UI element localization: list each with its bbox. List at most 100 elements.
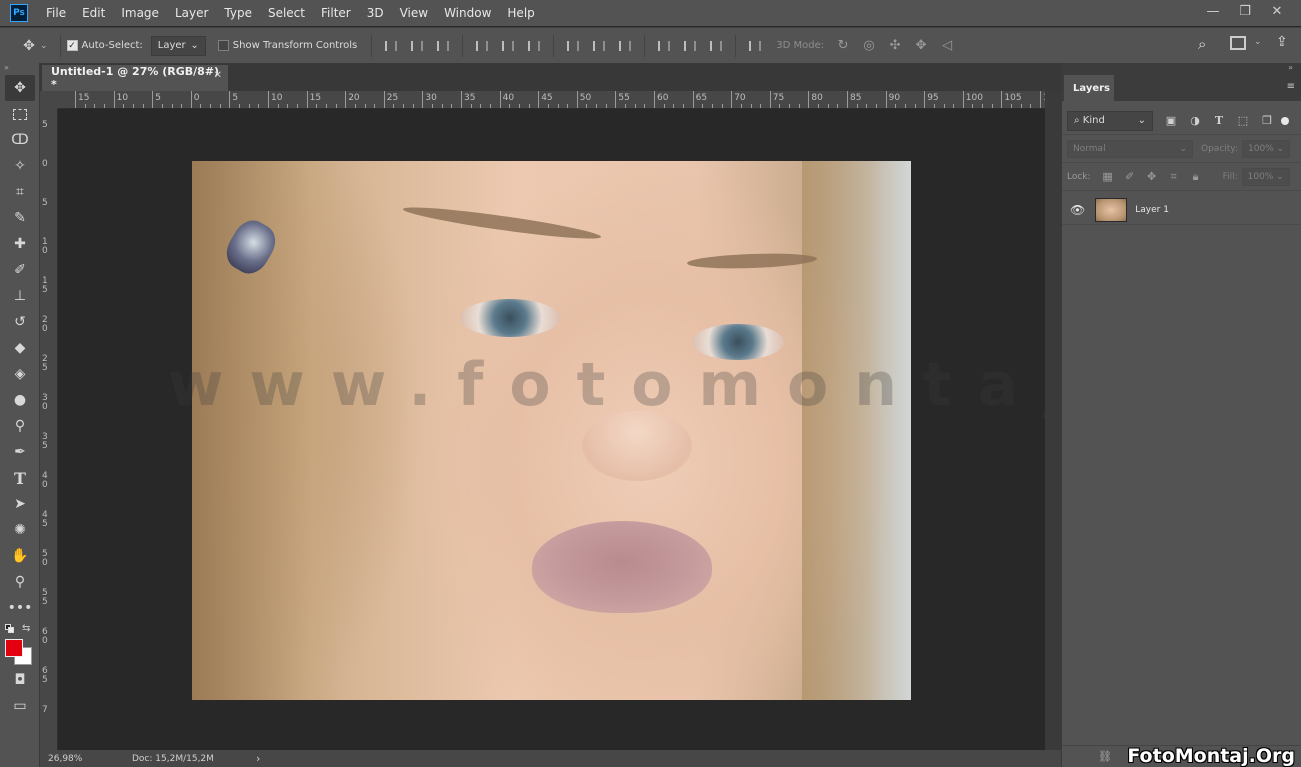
dodge-tool-icon[interactable]: ⚲ bbox=[5, 413, 35, 439]
document-tab-title: Untitled-1 @ 27% (RGB/8#) * bbox=[51, 65, 220, 91]
search-icon[interactable]: ⌕ bbox=[1198, 35, 1206, 53]
fill-input[interactable]: 100% ⌄ bbox=[1241, 167, 1290, 186]
distribute-bottom-icon[interactable] bbox=[612, 35, 638, 57]
3d-scale-icon[interactable]: ◁ bbox=[934, 35, 960, 57]
workspace-icon[interactable] bbox=[1230, 36, 1246, 50]
auto-select-checkbox[interactable]: ✓ bbox=[66, 40, 78, 51]
3d-pan-icon[interactable]: ✣ bbox=[882, 35, 908, 57]
filter-shape-icon[interactable]: ⬚ bbox=[1231, 111, 1255, 131]
type-tool-icon[interactable]: T bbox=[5, 465, 35, 491]
distribute-right-icon[interactable] bbox=[703, 35, 729, 57]
marquee-tool-icon[interactable] bbox=[5, 101, 35, 127]
filter-smart-object-icon[interactable]: ❐ bbox=[1255, 111, 1279, 131]
collapse-panel-icon[interactable]: » bbox=[0, 63, 39, 75]
distribute-horizontal-center-icon[interactable] bbox=[677, 35, 703, 57]
menu-layer[interactable]: Layer bbox=[167, 0, 216, 26]
clone-stamp-tool-icon[interactable]: ⊥ bbox=[5, 283, 35, 309]
menu-select[interactable]: Select bbox=[260, 0, 313, 26]
share-icon[interactable]: ⇪ bbox=[1276, 34, 1288, 50]
filter-adjustment-icon[interactable]: ◑ bbox=[1183, 111, 1207, 131]
screen-mode-icon[interactable]: ▭ bbox=[5, 693, 35, 719]
horizontal-ruler[interactable]: 15 10 5 0 5 10 15 20 25 30 35 40 45 50 55 60 65 70 75 80 85 9… bbox=[58, 91, 1046, 109]
align-left-icon[interactable] bbox=[469, 35, 495, 57]
3d-slide-icon[interactable]: ✥ bbox=[908, 35, 934, 57]
preset-dropdown-icon[interactable]: ⌄ bbox=[40, 41, 48, 51]
zoom-level[interactable]: 26,98% bbox=[40, 754, 120, 764]
document-tab[interactable]: Untitled-1 @ 27% (RGB/8#) * ✕ bbox=[42, 65, 228, 91]
layer-name[interactable]: Layer 1 bbox=[1135, 205, 1169, 215]
zoom-tool-icon[interactable]: ⚲ bbox=[5, 569, 35, 595]
align-vertical-center-icon[interactable] bbox=[404, 35, 430, 57]
menu-3d[interactable]: 3D bbox=[359, 0, 392, 26]
paint-bucket-tool-icon[interactable]: ◈ bbox=[5, 361, 35, 387]
tab-layers[interactable]: Layers bbox=[1064, 75, 1114, 101]
restore-button[interactable]: ❐ bbox=[1229, 0, 1261, 22]
eyedropper-tool-icon[interactable]: ✎ bbox=[5, 205, 35, 231]
eraser-tool-icon[interactable]: ◆ bbox=[5, 335, 35, 361]
minimize-button[interactable]: — bbox=[1197, 0, 1229, 22]
photo-layer-image[interactable] bbox=[192, 161, 911, 700]
filter-kind-dropdown[interactable]: ⌕ Kind ⌄ bbox=[1067, 110, 1153, 131]
magic-wand-tool-icon[interactable]: ✧ bbox=[5, 153, 35, 179]
more-tools-icon[interactable]: ••• bbox=[5, 595, 35, 621]
menu-filter[interactable]: Filter bbox=[313, 0, 359, 26]
filter-type-icon[interactable]: T bbox=[1207, 111, 1231, 131]
lock-artboard-icon[interactable]: ⌗ bbox=[1163, 167, 1185, 187]
blur-tool-icon[interactable]: ● bbox=[5, 387, 35, 413]
distribute-top-icon[interactable] bbox=[560, 35, 586, 57]
vertical-scrollbar[interactable] bbox=[1045, 91, 1061, 750]
menu-type[interactable]: Type bbox=[216, 0, 260, 26]
foreground-color-swatch[interactable] bbox=[5, 639, 23, 657]
show-transform-controls-checkbox[interactable] bbox=[217, 40, 229, 51]
menu-file[interactable]: File bbox=[38, 0, 74, 26]
status-menu-arrow-icon[interactable]: › bbox=[256, 752, 260, 765]
close-tab-icon[interactable]: ✕ bbox=[214, 70, 222, 81]
collapse-panels-icon[interactable]: » bbox=[1288, 63, 1293, 72]
close-window-button[interactable]: ✕ bbox=[1261, 0, 1293, 22]
blend-mode-dropdown[interactable]: Normal ⌄ bbox=[1067, 139, 1193, 158]
menu-window[interactable]: Window bbox=[436, 0, 499, 26]
align-horizontal-center-icon[interactable] bbox=[495, 35, 521, 57]
lock-position-icon[interactable]: ✥ bbox=[1141, 167, 1163, 187]
filter-toggle-icon[interactable] bbox=[1281, 116, 1289, 125]
swap-colors-icon[interactable]: ⇆ bbox=[22, 623, 30, 634]
healing-brush-tool-icon[interactable]: ✚ bbox=[5, 231, 35, 257]
menu-image[interactable]: Image bbox=[113, 0, 167, 26]
move-tool-preset-icon[interactable]: ✥ bbox=[18, 35, 40, 57]
layer-row[interactable]: 👁︎ Layer 1 bbox=[1062, 195, 1301, 225]
align-bottom-icon[interactable] bbox=[430, 35, 456, 57]
align-top-icon[interactable] bbox=[378, 35, 404, 57]
custom-shape-tool-icon[interactable]: ✺ bbox=[5, 517, 35, 543]
workspace-dropdown-icon[interactable]: ⌄ bbox=[1254, 37, 1262, 47]
path-selection-tool-icon[interactable]: ➤ bbox=[5, 491, 35, 517]
crop-tool-icon[interactable]: ⌗ bbox=[5, 179, 35, 205]
lasso-tool-icon[interactable]: ↀ bbox=[5, 127, 35, 153]
ruler-origin[interactable] bbox=[40, 91, 58, 109]
panel-menu-icon[interactable]: ≡ bbox=[1287, 81, 1295, 92]
3d-roll-icon[interactable]: ◎ bbox=[856, 35, 882, 57]
opacity-input[interactable]: 100% ⌄ bbox=[1242, 139, 1290, 158]
menu-help[interactable]: Help bbox=[499, 0, 542, 26]
align-right-icon[interactable] bbox=[521, 35, 547, 57]
lock-image-icon[interactable]: ✐ bbox=[1119, 167, 1141, 187]
menu-edit[interactable]: Edit bbox=[74, 0, 113, 26]
lock-all-icon[interactable]: 🔒︎ bbox=[1185, 167, 1207, 187]
auto-align-layers-icon[interactable] bbox=[742, 35, 768, 57]
quick-mask-icon[interactable]: ◘ bbox=[5, 667, 35, 693]
auto-select-target-dropdown[interactable]: Layer ⌄ bbox=[150, 35, 206, 56]
lock-transparent-icon[interactable]: ▦ bbox=[1097, 167, 1119, 187]
3d-orbit-icon[interactable]: ↻ bbox=[830, 35, 856, 57]
default-colors-icon[interactable] bbox=[5, 624, 15, 634]
link-layers-icon[interactable]: ⛓︎ bbox=[1098, 750, 1112, 763]
distribute-left-icon[interactable] bbox=[651, 35, 677, 57]
visibility-eye-icon[interactable]: 👁︎ bbox=[1070, 203, 1085, 217]
pen-tool-icon[interactable]: ✒ bbox=[5, 439, 35, 465]
distribute-vertical-center-icon[interactable] bbox=[586, 35, 612, 57]
brush-tool-icon[interactable]: ✐ bbox=[5, 257, 35, 283]
menu-view[interactable]: View bbox=[392, 0, 436, 26]
move-tool-icon[interactable]: ✥ bbox=[5, 75, 35, 101]
vertical-ruler[interactable]: 5 0 5 1 0 1 5 2 0 2 5 3 0 3 5 4 0 4 5 5 0 5 5 6 0 6 5 7 bbox=[40, 109, 58, 750]
history-brush-tool-icon[interactable]: ↺ bbox=[5, 309, 35, 335]
filter-pixel-icon[interactable]: ▣ bbox=[1159, 111, 1183, 131]
hand-tool-icon[interactable]: ✋ bbox=[5, 543, 35, 569]
